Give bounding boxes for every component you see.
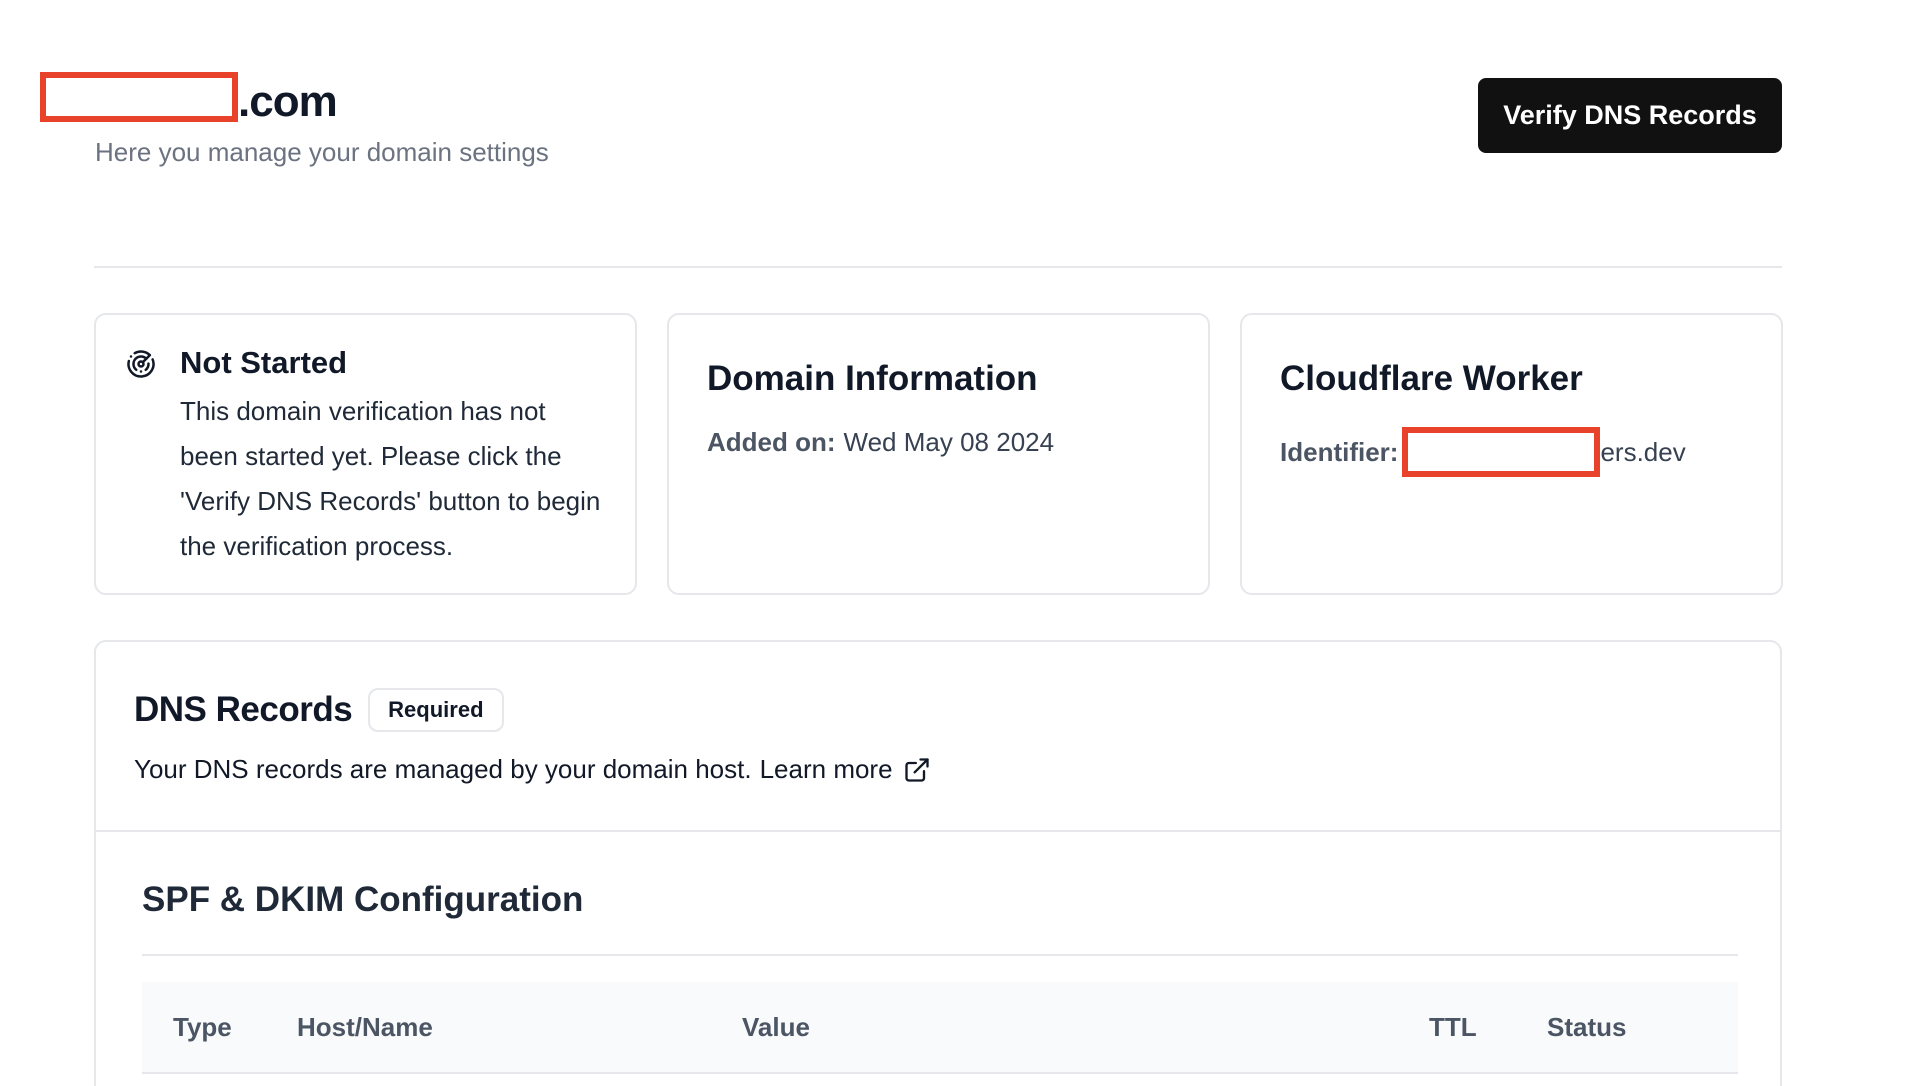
learn-more-link[interactable]: Learn more <box>760 754 931 785</box>
spf-dkim-divider <box>142 954 1738 956</box>
required-badge: Required <box>368 688 504 732</box>
dns-description-text: Your DNS records are managed by your dom… <box>134 754 752 784</box>
external-link-icon <box>904 757 929 782</box>
identifier-row: Identifier: ers.dev <box>1280 427 1686 477</box>
cloudflare-worker-title: Cloudflare Worker <box>1280 359 1583 398</box>
added-on-value: Wed May 08 2024 <box>843 427 1055 457</box>
column-header-host: Host/Name <box>297 1012 433 1042</box>
column-header-status: Status <box>1547 1012 1627 1042</box>
status-description: This domain verification has not been st… <box>180 396 601 561</box>
column-header-value: Value <box>742 1012 810 1042</box>
domain-information-title: Domain Information <box>707 359 1038 398</box>
cloudflare-worker-card: Cloudflare Worker Identifier: ers.dev <box>1240 313 1783 595</box>
dns-table-header: Type Host/Name Value TTL Status <box>142 982 1738 1074</box>
verify-dns-records-button[interactable]: Verify DNS Records <box>1478 78 1782 153</box>
identifier-label: Identifier: <box>1280 436 1399 467</box>
domain-suffix: .com <box>238 77 338 126</box>
redacted-identifier <box>1402 427 1601 477</box>
page-subtitle: Here you manage your domain settings <box>95 137 549 167</box>
added-on-row: Added on: Wed May 08 2024 <box>707 427 1054 458</box>
column-header-ttl: TTL <box>1429 1012 1477 1042</box>
domain-information-card: Domain Information Added on: Wed May 08 … <box>667 313 1210 595</box>
learn-more-label: Learn more <box>759 754 893 784</box>
dns-records-description: Your DNS records are managed by your dom… <box>134 754 931 785</box>
spf-dkim-title: SPF & DKIM Configuration <box>142 880 584 919</box>
redacted-domain-name <box>40 72 238 122</box>
verification-status-card: Not Started This domain verification has… <box>94 313 637 595</box>
radar-icon <box>127 350 155 378</box>
dns-records-header: DNS Records Required <box>134 688 504 732</box>
header-divider <box>94 266 1782 268</box>
status-title: Not Started <box>180 345 348 380</box>
domain-title: .com <box>40 66 338 127</box>
dns-records-panel: DNS Records Required Your DNS records ar… <box>94 640 1782 1086</box>
added-on-label: Added on: <box>707 427 836 457</box>
column-header-type: Type <box>173 1012 232 1042</box>
identifier-suffix: ers.dev <box>1600 436 1686 467</box>
dns-section-divider <box>96 830 1780 832</box>
dns-records-title: DNS Records <box>134 690 353 729</box>
domain-settings-page: .com Here you manage your domain setting… <box>0 0 1920 1086</box>
